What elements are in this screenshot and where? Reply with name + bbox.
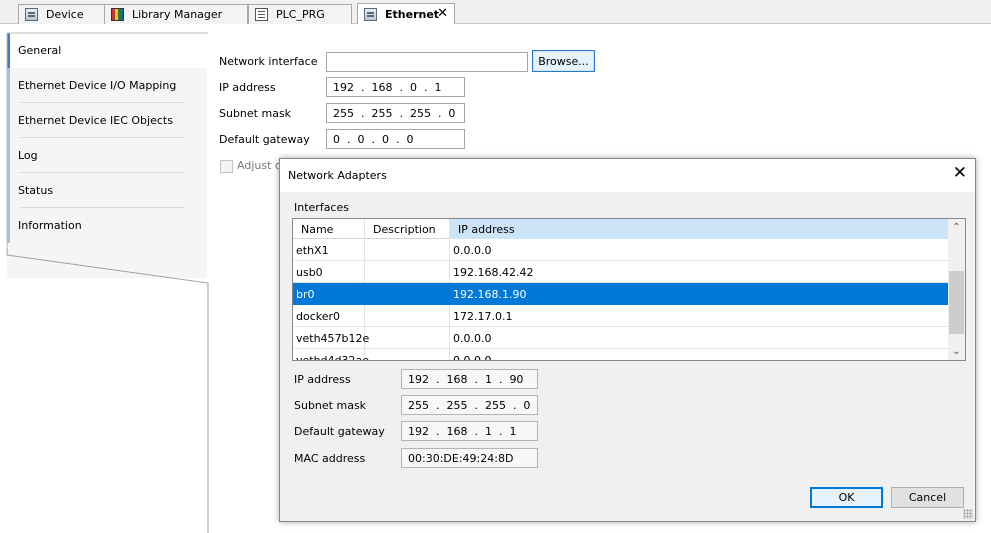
interfaces-table: Name Description IP address ethX1 0.0.0.…	[292, 218, 966, 361]
subnet-mask-label: Subnet mask	[219, 107, 292, 120]
resize-grip-icon[interactable]	[963, 509, 973, 519]
scroll-down-icon[interactable]: ⌄	[948, 343, 965, 360]
cell-name: usb0	[293, 261, 365, 283]
table-row[interactable]: veth457b12e 0.0.0.0	[293, 327, 948, 349]
cell-ip: 192.168.42.42	[453, 265, 534, 279]
cell-name: br0	[293, 283, 365, 305]
program-icon	[255, 8, 268, 21]
tab-device[interactable]: Device	[18, 4, 106, 24]
table-row[interactable]: docker0 172.17.0.1	[293, 305, 948, 327]
network-interface-input[interactable]	[326, 52, 528, 72]
cell-description	[365, 305, 450, 327]
tab-label: PLC_PRG	[276, 8, 325, 21]
tab-plc-prg[interactable]: PLC_PRG	[248, 4, 352, 24]
cell-ip: 0.0.0.0	[453, 243, 492, 257]
cell-description	[365, 349, 450, 360]
interfaces-group-label: Interfaces	[294, 201, 349, 214]
dialog-ip-address-field: 192 . 168 . 1 . 90	[401, 369, 538, 389]
device-icon	[364, 7, 377, 21]
browse-button[interactable]: Browse...	[532, 50, 595, 72]
tab-label: Ethernet	[385, 7, 440, 21]
cell-description	[365, 239, 450, 261]
close-tab-icon[interactable]: ✕	[437, 6, 448, 21]
table-row-selected[interactable]: br0 192.168.1.90	[293, 283, 948, 305]
dialog-mac-address-field: 00:30:DE:49:24:8D	[401, 448, 538, 468]
network-adapters-dialog: Network Adapters ✕ Interfaces Name Descr…	[279, 158, 976, 522]
ok-button[interactable]: OK	[810, 487, 883, 508]
nav-divider-lines	[6, 32, 209, 533]
cell-description	[365, 283, 450, 305]
tab-ethernet[interactable]: Ethernet ✕	[357, 3, 455, 24]
cell-name: veth457b12e	[293, 327, 369, 349]
table-row[interactable]: ethX1 0.0.0.0	[293, 239, 948, 261]
editor-tab-strip: Device Library Manager PLC_PRG Ethernet …	[0, 0, 991, 24]
tab-label: Library Manager	[132, 8, 223, 21]
dialog-mac-address-label: MAC address	[294, 452, 366, 465]
ip-address-field[interactable]: 192 . 168 . 0 . 1	[326, 77, 465, 97]
library-icon	[111, 8, 124, 21]
cell-name: vethd4d32ae	[293, 349, 369, 360]
subnet-mask-field[interactable]: 255 . 255 . 255 . 0	[326, 103, 465, 123]
tab-label: Device	[46, 8, 84, 21]
close-icon[interactable]: ✕	[953, 165, 967, 182]
scroll-up-icon[interactable]: ⌃	[948, 219, 965, 236]
scrollbar-thumb[interactable]	[949, 271, 964, 334]
cell-description	[365, 327, 450, 349]
cell-name: ethX1	[293, 239, 365, 261]
default-gateway-label: Default gateway	[219, 133, 310, 146]
column-header-ip-address[interactable]: IP address	[450, 219, 948, 239]
table-header: Name Description IP address	[293, 219, 948, 239]
dialog-subnet-mask-field: 255 . 255 . 255 . 0	[401, 395, 538, 415]
dialog-subnet-mask-label: Subnet mask	[294, 399, 367, 412]
network-interface-label: Network interface	[219, 55, 318, 68]
dialog-default-gateway-label: Default gateway	[294, 425, 385, 438]
device-icon	[25, 8, 38, 21]
cell-ip: 0.0.0.0	[453, 331, 492, 345]
dialog-default-gateway-field: 192 . 168 . 1 . 1	[401, 421, 538, 441]
cell-ip: 0.0.0.0	[453, 353, 492, 361]
cell-ip: 172.17.0.1	[453, 309, 513, 323]
adjust-checkbox-label: Adjust o	[237, 159, 282, 172]
dialog-title-bar: Network Adapters ✕	[280, 159, 975, 192]
adjust-checkbox[interactable]	[220, 160, 233, 173]
table-row[interactable]: usb0 192.168.42.42	[293, 261, 948, 283]
table-row[interactable]: vethd4d32ae 0.0.0.0	[293, 349, 948, 361]
ip-address-label: IP address	[219, 81, 276, 94]
dialog-title: Network Adapters	[288, 169, 387, 182]
table-vertical-scrollbar[interactable]: ⌃ ⌄	[948, 219, 965, 360]
column-header-name[interactable]: Name	[293, 219, 365, 239]
cell-description	[365, 261, 450, 283]
cancel-button[interactable]: Cancel	[891, 487, 964, 508]
tab-library-manager[interactable]: Library Manager	[104, 4, 248, 24]
dialog-ip-address-label: IP address	[294, 373, 351, 386]
column-header-description[interactable]: Description	[365, 219, 450, 239]
cell-name: docker0	[293, 305, 365, 327]
default-gateway-field[interactable]: 0 . 0 . 0 . 0	[326, 129, 465, 149]
cell-ip: 192.168.1.90	[453, 287, 527, 301]
